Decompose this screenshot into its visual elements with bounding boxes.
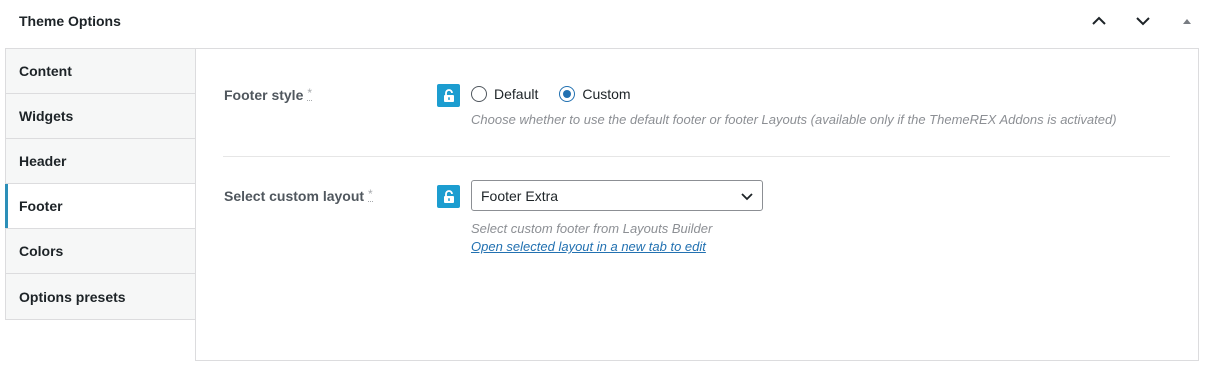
footer-style-custom-radio[interactable]: Custom [559,86,631,102]
footer-style-radio-group: Default Custom [471,86,652,102]
required-marker: * [368,187,373,202]
tab-colors[interactable]: Colors [6,229,196,274]
footer-style-lock-button[interactable] [437,84,460,107]
custom-layout-label: Select custom layout * [224,187,373,204]
radio-label: Custom [582,86,631,102]
radio-circle[interactable] [471,86,487,102]
footer-style-label-text: Footer style [224,87,304,103]
custom-layout-label-text: Select custom layout [224,188,365,204]
tab-label: Widgets [19,108,74,124]
custom-layout-description: Select custom footer from Layouts Builde… [471,221,713,236]
tab-label: Content [19,63,72,79]
footer-style-default-radio[interactable]: Default [471,86,538,102]
tab-footer[interactable]: Footer [5,184,197,229]
footer-style-description: Choose whether to use the default footer… [471,112,1117,127]
move-up-button[interactable] [1085,8,1113,34]
select-value: Footer Extra [481,187,559,204]
tab-label: Options presets [19,289,126,305]
radio-circle-checked[interactable] [559,86,576,102]
triangle-up-icon [1183,19,1191,24]
tab-content[interactable]: Content [6,49,196,94]
tab-label: Footer [19,198,63,214]
tab-label: Header [19,153,67,169]
metabox-header: Theme Options [0,0,1205,44]
options-tabs: Content Widgets Header Footer Colors Opt… [5,48,197,320]
metabox-title: Theme Options [19,13,121,29]
unlock-icon [443,88,454,102]
required-marker: * [307,86,313,101]
custom-layout-lock-button[interactable] [437,185,460,208]
open-layout-link[interactable]: Open selected layout in a new tab to edi… [471,239,706,254]
chevron-down-icon [1136,17,1150,26]
chevron-down-icon [741,193,753,201]
custom-layout-select[interactable]: Footer Extra [471,180,763,211]
chevron-up-icon [1092,16,1106,25]
tab-widgets[interactable]: Widgets [6,94,196,139]
unlock-icon [443,189,454,203]
toggle-panel-button[interactable] [1173,8,1201,34]
tab-options-presets[interactable]: Options presets [6,274,196,320]
radio-label: Default [494,86,539,102]
tab-header[interactable]: Header [6,139,196,184]
tab-label: Colors [19,243,64,259]
move-down-button[interactable] [1129,8,1157,34]
footer-style-label: Footer style * [224,86,313,103]
row-divider [223,156,1170,157]
